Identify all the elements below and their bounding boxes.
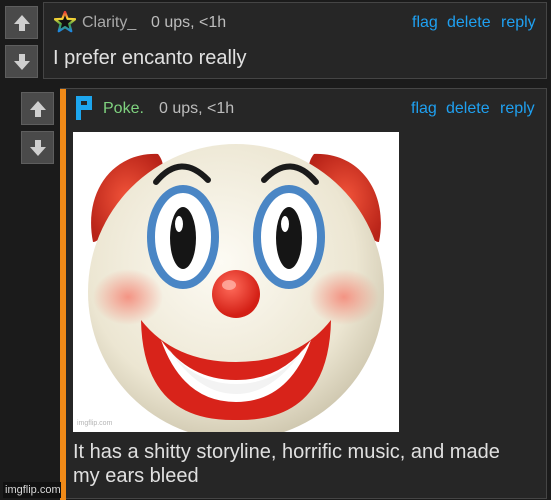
blue-p-icon xyxy=(76,96,92,120)
upvote-button[interactable] xyxy=(5,6,38,39)
comment-text-line: my ears bleed xyxy=(73,465,199,487)
rainbow-star-icon xyxy=(54,11,76,33)
comment-2: Poke. 0 ups, <1h flag delete reply imgfl… xyxy=(60,88,547,500)
arrow-up-icon xyxy=(29,100,46,117)
flag-link[interactable]: flag xyxy=(412,14,438,32)
downvote-button[interactable] xyxy=(5,45,38,78)
image-watermark: imgflip.com xyxy=(77,420,113,427)
flag-link[interactable]: flag xyxy=(411,100,437,118)
downvote-button[interactable] xyxy=(21,131,54,164)
reply-link[interactable]: reply xyxy=(500,100,535,118)
delete-link[interactable]: delete xyxy=(447,14,491,32)
comment-meta: 0 ups, <1h xyxy=(151,14,227,31)
arrow-down-icon xyxy=(13,53,30,70)
comment-text: I prefer encanto really xyxy=(53,47,247,69)
arrow-up-icon xyxy=(13,14,30,31)
username[interactable]: Clarity_ xyxy=(82,14,136,32)
arrow-down-icon xyxy=(29,139,46,156)
upvote-button[interactable] xyxy=(21,92,54,125)
reply-link[interactable]: reply xyxy=(501,14,536,32)
comment-meta: 0 ups, <1h xyxy=(159,100,235,117)
comment-1: Clarity_ 0 ups, <1h flag delete reply I … xyxy=(43,2,547,79)
comment-image[interactable]: imgflip.com xyxy=(73,132,399,432)
delete-link[interactable]: delete xyxy=(446,100,490,118)
clown-face-icon xyxy=(88,144,384,432)
footer-watermark: imgflip.com xyxy=(3,482,61,498)
comment-text: It has a shitty storyline, horrific musi… xyxy=(73,440,500,488)
comment-text-line: It has a shitty storyline, horrific musi… xyxy=(73,441,500,463)
username[interactable]: Poke. xyxy=(103,100,144,118)
reply-bar xyxy=(60,89,66,500)
